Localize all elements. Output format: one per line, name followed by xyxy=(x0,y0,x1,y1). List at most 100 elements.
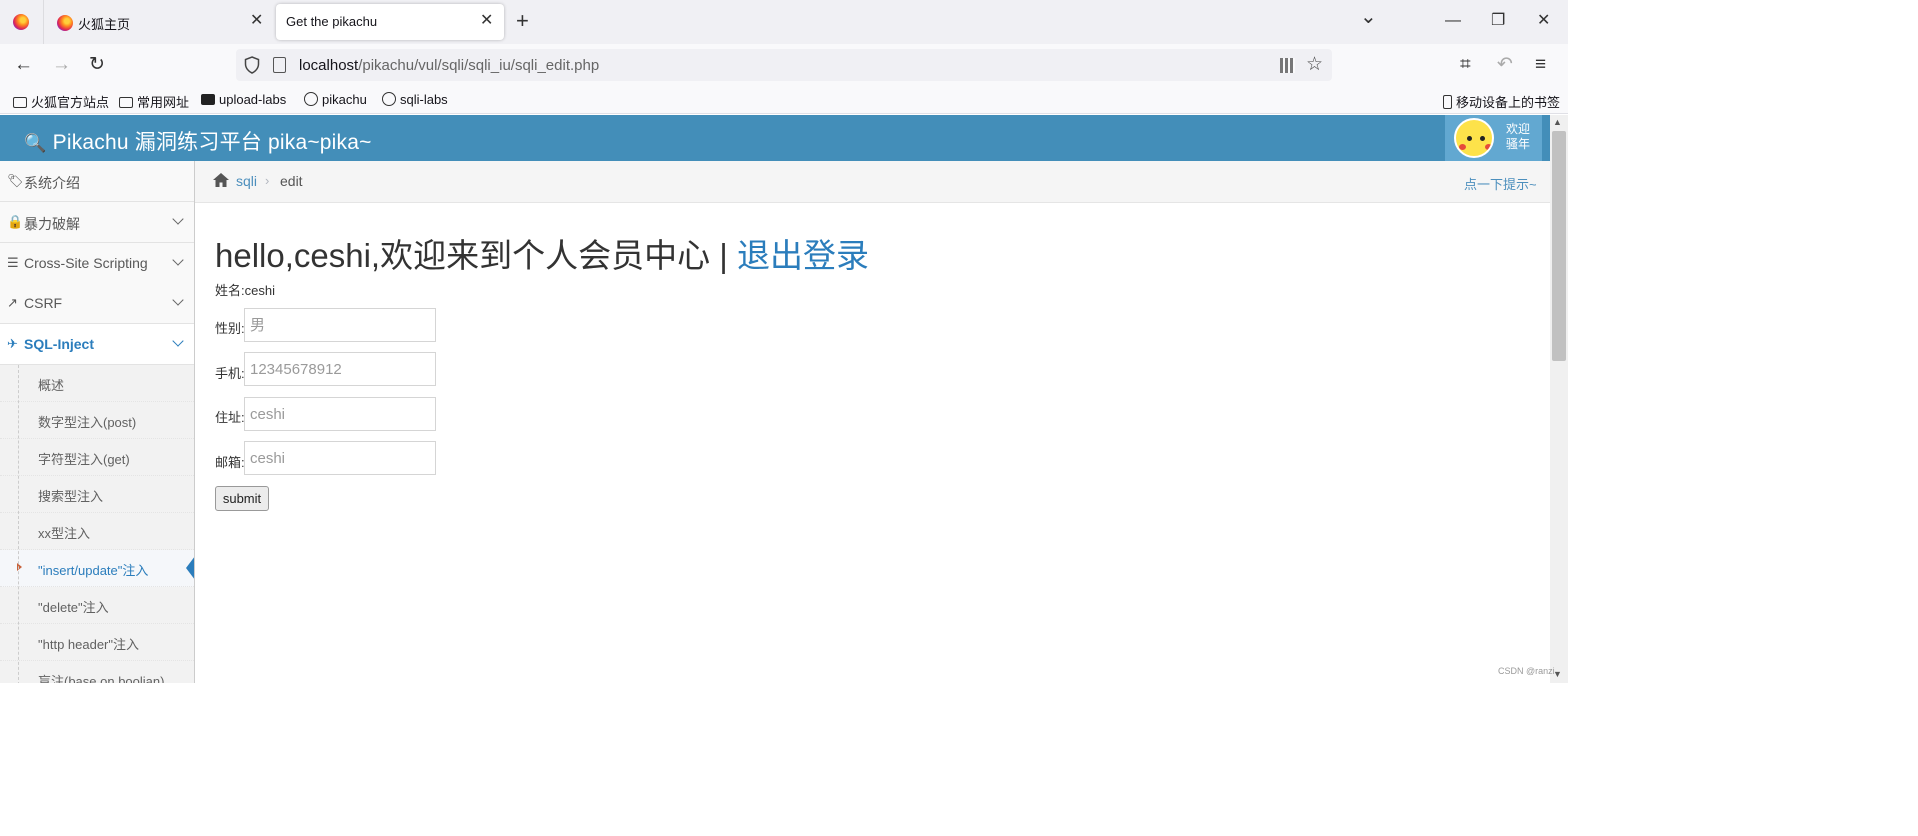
sex-input[interactable] xyxy=(244,308,436,342)
globe-icon xyxy=(382,92,396,106)
user-greeting[interactable]: 欢迎 骚年 xyxy=(1506,122,1530,152)
tab-close-icon[interactable]: ✕ xyxy=(250,12,263,30)
phone-label: 手机: xyxy=(215,366,245,381)
sidebar-item-label: 系统介绍 xyxy=(24,175,80,191)
bookmark-item[interactable]: sqli-labs xyxy=(382,92,448,107)
tab-title: 火狐主页 xyxy=(78,17,131,32)
tab-close-icon[interactable]: ✕ xyxy=(480,12,493,30)
avatar-eye xyxy=(1480,136,1485,141)
restore-button[interactable]: ❐ xyxy=(1491,12,1505,30)
app-menu-icon[interactable]: ≡ xyxy=(1535,54,1546,76)
submenu-item-label: "http header"注入 xyxy=(38,637,140,652)
site-header: 🔍 Pikachu 漏洞练习平台 pika~pika~ xyxy=(0,115,1550,161)
tag-icon: 🏷 xyxy=(7,173,24,188)
new-tab-button[interactable]: + xyxy=(516,10,529,32)
sidebar-item-label: CSRF xyxy=(24,295,63,311)
mobile-bookmarks[interactable]: 移动设备上的书签 xyxy=(1443,92,1560,111)
qr-code-icon[interactable] xyxy=(1280,58,1295,73)
tab-list-icon[interactable]: ⌄ xyxy=(1360,7,1377,27)
breadcrumb-link-sqli[interactable]: sqli xyxy=(236,173,257,189)
avatar-eye xyxy=(1467,136,1472,141)
scrollbar-thumb[interactable] xyxy=(1552,131,1566,361)
undo-icon[interactable]: ↶ xyxy=(1497,54,1513,76)
close-window-button[interactable]: ✕ xyxy=(1537,12,1550,30)
submit-button[interactable]: submit xyxy=(215,486,269,511)
submenu-item-insert-update[interactable]: "insert/update"注入 xyxy=(0,550,194,587)
firefox-view-button[interactable] xyxy=(0,0,44,44)
sidebar-item-csrf[interactable]: ↗ CSRF xyxy=(0,283,194,324)
minimize-button[interactable]: — xyxy=(1445,12,1461,30)
submenu-item-search[interactable]: 搜索型注入 xyxy=(0,476,194,513)
submenu-guide-line xyxy=(18,365,19,683)
sidebar-item-intro[interactable]: 🏷 系统介绍 xyxy=(0,161,194,202)
breadcrumb-current: edit xyxy=(280,173,303,189)
browser-tab-bar: 火狐主页 ✕ Get the pikachu ✕ + ⌄ — ❐ ✕ xyxy=(0,0,1568,44)
email-label: 邮箱: xyxy=(215,455,245,470)
sidebar-item-xss[interactable]: ☰ Cross-Site Scripting xyxy=(0,243,194,284)
active-indicator xyxy=(186,556,194,580)
submenu-item-xx[interactable]: xx型注入 xyxy=(0,513,194,550)
submenu-item-label: "delete"注入 xyxy=(38,600,109,615)
shield-icon[interactable] xyxy=(244,56,260,74)
watermark: CSDN @ranzi xyxy=(1498,666,1555,676)
breadcrumb-separator-icon: › xyxy=(265,173,270,188)
submenu-item-numeric-post[interactable]: 数字型注入(post) xyxy=(0,402,194,439)
bookmark-label: pikachu xyxy=(322,92,367,107)
avatar xyxy=(1454,118,1494,158)
sex-label: 性别: xyxy=(215,321,245,336)
mobile-bookmarks-label: 移动设备上的书签 xyxy=(1456,95,1561,110)
firefox-logo-icon xyxy=(13,14,29,30)
extensions-icon[interactable]: ⌗ xyxy=(1460,54,1471,76)
user-greeting-line2: 骚年 xyxy=(1506,137,1531,151)
home-icon xyxy=(213,173,229,187)
scroll-up-icon[interactable]: ▲ xyxy=(1553,117,1562,127)
hint-link[interactable]: 点一下提示~ xyxy=(1464,174,1537,193)
sidebar-item-sqli[interactable]: ✈ SQL-Inject xyxy=(0,324,194,365)
reload-icon[interactable]: ↻ xyxy=(89,54,105,76)
chevron-down-icon xyxy=(172,335,184,347)
key-icon: 🔍 xyxy=(24,133,47,153)
submenu-item-label: 概述 xyxy=(38,378,65,393)
back-icon[interactable]: ← xyxy=(14,54,33,76)
submenu-item-label: xx型注入 xyxy=(38,526,91,541)
submenu-item-label: 字符型注入(get) xyxy=(38,452,130,467)
submenu-item-delete[interactable]: "delete"注入 xyxy=(0,587,194,624)
avatar-cheek xyxy=(1459,144,1466,150)
bookmark-item[interactable]: 常用网址 xyxy=(119,92,189,111)
chevron-down-icon xyxy=(172,213,184,225)
email-input[interactable] xyxy=(244,441,436,475)
url-text[interactable]: localhost/pikachu/vul/sqli/sqli_iu/sqli_… xyxy=(299,57,599,74)
bookmark-star-icon[interactable]: ☆ xyxy=(1306,54,1323,76)
bookmark-item[interactable]: pikachu xyxy=(304,92,367,107)
plane-icon: ✈ xyxy=(7,336,18,351)
page-info-icon[interactable] xyxy=(273,57,286,73)
submenu-item-label: 搜索型注入 xyxy=(38,489,104,504)
submenu-item-http-header[interactable]: "http header"注入 xyxy=(0,624,194,661)
sidebar-item-bruteforce[interactable]: 🔒 暴力破解 xyxy=(0,202,194,243)
tree-icon: ☰ xyxy=(7,255,19,270)
bookmark-item[interactable]: 火狐官方站点 xyxy=(13,92,109,111)
name-display: 姓名:ceshi xyxy=(215,283,275,298)
avatar-cheek xyxy=(1485,144,1492,150)
bookmark-item[interactable]: upload-labs xyxy=(201,92,286,107)
user-greeting-line1: 欢迎 xyxy=(1506,122,1531,136)
submenu-item-label: 数字型注入(post) xyxy=(38,415,137,430)
bookmark-label: 火狐官方站点 xyxy=(31,95,110,110)
submenu-item-label: 盲注(base on boolian) xyxy=(38,674,165,683)
brand-link[interactable]: 🔍 Pikachu 漏洞练习平台 pika~pika~ xyxy=(24,126,372,156)
submenu-item-label: "insert/update"注入 xyxy=(38,563,149,578)
submenu-item-overview[interactable]: 概述 xyxy=(0,365,194,402)
globe-icon xyxy=(304,92,318,106)
folder-icon xyxy=(119,97,133,108)
submenu-item-string-get[interactable]: 字符型注入(get) xyxy=(0,439,194,476)
phone-icon xyxy=(1443,95,1452,109)
folder-icon xyxy=(13,97,27,108)
breadcrumb xyxy=(195,161,1550,203)
tab-firefox-home[interactable]: 火狐主页 ✕ xyxy=(46,4,272,40)
address-input[interactable] xyxy=(244,397,436,431)
tab-pikachu[interactable]: Get the pikachu ✕ xyxy=(276,4,504,40)
phone-input[interactable] xyxy=(244,352,436,386)
submenu-item-blind-boolean[interactable]: 盲注(base on boolian) xyxy=(0,661,194,683)
logout-link[interactable]: 退出登录 xyxy=(737,237,869,274)
forward-icon[interactable]: → xyxy=(52,54,71,76)
